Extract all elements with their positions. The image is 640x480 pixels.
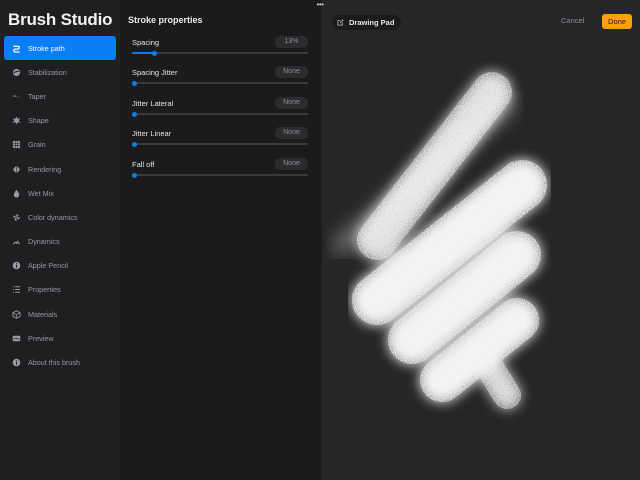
setting-label: Fall off [132,160,155,169]
cancel-button[interactable]: Cancel [561,16,584,25]
setting-value[interactable]: None [275,66,308,78]
rendering-icon [11,164,21,174]
more-icon[interactable]: ••• [313,1,327,9]
sidebar-item-preview[interactable]: Preview [4,326,116,350]
stabilization-icon [11,67,21,77]
spacing-jitter-slider[interactable] [132,80,308,86]
edit-icon [337,19,344,26]
setting-label: Spacing [132,38,160,47]
setting-value[interactable]: None [275,158,308,170]
jitter-lateral-slider[interactable] [132,111,308,117]
sidebar-item-label: Taper [28,91,46,101]
sidebar-item-label: Wet Mix [28,188,54,198]
wet-mix-icon [11,188,21,198]
properties-icon [11,285,21,295]
slider-thumb[interactable] [132,141,137,147]
slider-thumb[interactable] [132,111,137,117]
sidebar-nav: Stroke path Stabilization Taper Shape Gr… [4,36,116,375]
sidebar-item-label: Color dynamics [28,212,78,222]
sidebar-item-shape[interactable]: Shape [4,109,116,133]
sidebar-item-stroke-path[interactable]: Stroke path [4,36,116,61]
materials-icon [11,309,21,319]
done-button[interactable]: Done [602,14,632,29]
sidebar-item-label: Properties [28,285,61,295]
sidebar-item-label: Stabilization [28,67,67,77]
app-title: Brush Studio [8,10,113,29]
sidebar-item-about[interactable]: About this brush [4,350,116,374]
setting-value[interactable]: None [275,127,308,139]
slider-thumb[interactable] [132,172,137,178]
color-dynamics-icon [11,212,21,222]
preview-icon [11,333,21,343]
stroke-path-icon [11,43,21,53]
stroke-properties-panel: Stroke properties Spacing 13% Spacing Ji… [120,0,320,480]
brush-stroke-preview [333,72,547,409]
spacing-setting: Spacing 13% [132,36,308,62]
setting-label: Jitter Lateral [132,99,174,108]
shape-icon [11,116,21,126]
sidebar-item-stabilization[interactable]: Stabilization [4,60,116,84]
drawing-pad-label: Drawing Pad [349,18,395,27]
sidebar-item-label: Stroke path [28,43,65,53]
setting-value[interactable]: None [275,97,308,109]
jitter-linear-setting: Jitter Linear None [132,127,308,153]
drawing-pad-button[interactable]: Drawing Pad [332,15,402,30]
setting-label: Jitter Linear [132,129,172,138]
sidebar-item-color-dynamics[interactable]: Color dynamics [4,205,116,229]
sidebar-item-label: Materials [28,309,58,319]
spacing-jitter-setting: Spacing Jitter None [132,66,308,92]
about-icon [11,358,21,368]
sidebar-item-apple-pencil[interactable]: Apple Pencil [4,254,116,278]
spacing-slider[interactable] [132,50,308,56]
sidebar-item-grain[interactable]: Grain [4,133,116,157]
setting-label: Spacing Jitter [132,68,178,77]
panel-title: Stroke properties [128,15,203,25]
slider-thumb[interactable] [132,80,137,86]
sidebar-item-properties[interactable]: Properties [4,278,116,302]
sidebar-item-rendering[interactable]: Rendering [4,157,116,181]
sidebar-item-label: Shape [28,116,49,126]
sidebar-item-materials[interactable]: Materials [4,302,116,326]
taper-icon [11,91,21,101]
setting-value[interactable]: 13% [275,36,308,48]
fall-off-setting: Fall off None [132,158,308,184]
sidebar-item-taper[interactable]: Taper [4,84,116,108]
sidebar-item-label: Preview [28,333,54,343]
apple-pencil-icon [11,261,21,271]
dynamics-icon [11,237,21,247]
sidebar-item-label: Dynamics [28,237,60,247]
sidebar-item-label: Grain [28,140,46,150]
sidebar-item-label: About this brush [28,358,80,368]
grain-icon [11,140,21,150]
sidebar-item-label: Rendering [28,164,62,174]
sidebar-item-dynamics[interactable]: Dynamics [4,230,116,254]
sidebar: Brush Studio Stroke path Stabilization T… [0,0,120,480]
fall-off-slider[interactable] [132,172,308,178]
sidebar-item-label: Apple Pencil [28,261,68,271]
sidebar-item-wet-mix[interactable]: Wet Mix [4,181,116,205]
slider-thumb[interactable] [152,50,158,56]
jitter-linear-slider[interactable] [132,141,308,147]
jitter-lateral-setting: Jitter Lateral None [132,97,308,123]
